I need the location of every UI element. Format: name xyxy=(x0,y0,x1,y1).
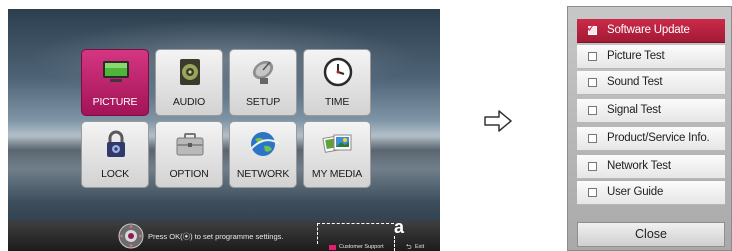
tile-label: OPTION xyxy=(169,168,209,180)
tile-label: TIME xyxy=(324,96,350,108)
tile-label: SETUP xyxy=(245,96,280,108)
menu-tile-audio[interactable]: AUDIO xyxy=(155,49,223,116)
tile-label: PICTURE xyxy=(92,96,138,108)
satellite-dish-icon xyxy=(252,60,274,84)
back-arrow-icon: ⮌ xyxy=(406,244,412,251)
exit-label[interactable]: Exit xyxy=(415,244,424,250)
globe-icon xyxy=(250,132,279,156)
menu-item-network-test[interactable]: Network Test xyxy=(577,155,725,179)
menu-tile-picture[interactable]: PICTURE xyxy=(81,49,149,116)
clock-icon xyxy=(323,57,353,87)
menu-tile-my-media[interactable]: MY MEDIA xyxy=(303,121,371,188)
tv-home-screen: PICTURE AUDIO SETUP TIME LOCK OPTION NET… xyxy=(8,9,440,251)
menu-item-label: Network Test xyxy=(607,160,671,172)
customer-support-label[interactable]: Customer Support xyxy=(339,244,384,250)
menu-item-user-guide[interactable]: User Guide xyxy=(577,181,725,205)
menu-tile-lock[interactable]: LOCK xyxy=(81,121,149,188)
speaker-icon xyxy=(180,59,200,85)
hint-text: Press OK(⦿) to set programme settings. xyxy=(148,232,284,241)
menu-tile-time[interactable]: TIME xyxy=(303,49,371,116)
menu-item-picture-test[interactable]: Picture Test xyxy=(577,45,725,69)
monitor-icon xyxy=(103,61,129,82)
tile-label: AUDIO xyxy=(172,96,206,108)
menu-tile-option[interactable]: OPTION xyxy=(155,121,223,188)
tile-label: MY MEDIA xyxy=(311,168,363,180)
callout-box xyxy=(317,223,394,244)
menu-item-label: Sound Test xyxy=(607,76,663,88)
checkbox[interactable] xyxy=(588,52,597,61)
ok-wheel-icon xyxy=(118,223,144,249)
check-mark-icon: ✓ xyxy=(586,20,597,35)
menu-item-label: User Guide xyxy=(607,186,664,198)
menu-item-signal-test[interactable]: Signal Test xyxy=(577,99,725,123)
tile-label: NETWORK xyxy=(236,168,290,180)
callout-label: a xyxy=(394,217,405,237)
menu-item-label: Product/Service Info. xyxy=(607,132,710,144)
padlock-icon xyxy=(107,130,125,157)
checkbox[interactable] xyxy=(588,78,597,87)
checkbox[interactable] xyxy=(588,134,597,143)
close-button[interactable]: Close xyxy=(577,222,725,247)
checkbox[interactable] xyxy=(588,188,597,197)
menu-item-label: Signal Test xyxy=(607,104,661,116)
checkbox[interactable] xyxy=(588,162,597,171)
photos-icon xyxy=(322,134,352,153)
toolbox-icon xyxy=(176,133,204,156)
menu-item-sound-test[interactable]: Sound Test xyxy=(577,71,725,95)
service-menu: ✓ Software Update Picture Test Sound Tes… xyxy=(567,6,732,251)
checkbox[interactable] xyxy=(588,106,597,115)
tv-bottom-bar: Press OK(⦿) to set programme settings. a… xyxy=(8,217,440,251)
menu-tile-network[interactable]: NETWORK xyxy=(229,121,297,188)
menu-item-software-update[interactable]: ✓ Software Update xyxy=(577,19,725,43)
menu-item-label: Software Update xyxy=(607,24,690,36)
callout-box-edge xyxy=(394,236,396,251)
tile-label: LOCK xyxy=(101,168,129,180)
menu-item-label: Picture Test xyxy=(607,50,665,62)
background-horizon xyxy=(8,135,440,169)
customer-support-badge xyxy=(329,245,336,250)
menu-item-product-service-info[interactable]: Product/Service Info. xyxy=(577,127,725,151)
right-arrow-icon xyxy=(484,110,512,132)
menu-tile-setup[interactable]: SETUP xyxy=(229,49,297,116)
